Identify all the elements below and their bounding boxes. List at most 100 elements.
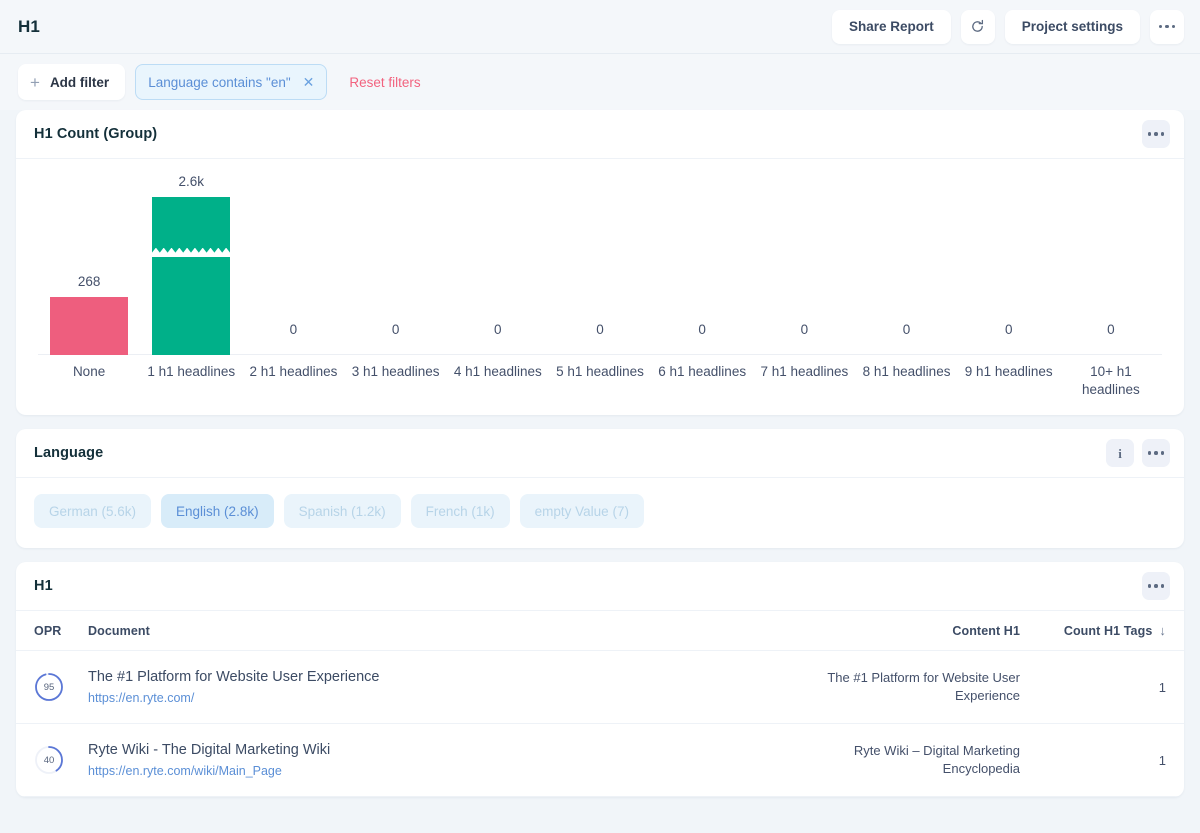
chart-column[interactable]: 0	[242, 159, 344, 355]
report-page: H1 Share Report Project settings + Add f…	[0, 0, 1200, 833]
axis-break-zigzag-icon	[152, 248, 231, 257]
chart-column[interactable]: 0	[1060, 159, 1162, 355]
column-header-content-h1[interactable]: Content H1	[824, 611, 1034, 651]
language-chip[interactable]: French (1k)	[410, 494, 510, 528]
h1-table: OPR Document Content H1 Count H1 Tags ↓ 9…	[16, 611, 1184, 797]
language-chip[interactable]: German (5.6k)	[34, 494, 152, 528]
chart-column[interactable]: 0	[855, 159, 957, 355]
language-card-header: Language i	[16, 429, 1184, 478]
column-header-document[interactable]: Document	[88, 611, 824, 651]
table-cell-content-h1: Ryte Wiki – Digital Marketing Encycloped…	[824, 723, 1034, 797]
column-header-count-label: Count H1 Tags	[1063, 624, 1153, 638]
chart-more-button[interactable]	[1142, 120, 1170, 148]
chart-x-tick-label: 4 h1 headlines	[453, 364, 542, 379]
page-title: H1	[18, 16, 40, 36]
language-card: Language i German (5.6k) English (2.8k) Sp…	[16, 429, 1184, 548]
header-more-button[interactable]	[1150, 9, 1184, 44]
chart-x-tick-label: 6 h1 headlines	[658, 364, 747, 379]
language-more-button[interactable]	[1142, 439, 1170, 467]
add-filter-label: Add filter	[49, 74, 110, 90]
chart-bar-value-label: 268	[77, 274, 101, 289]
chart-x-tick-label: 2 h1 headlines	[249, 364, 338, 379]
chart-x-tick-label: 5 h1 headlines	[556, 364, 644, 379]
table-body: 95 The #1 Platform for Website User Exper…	[16, 650, 1184, 797]
table-cell-document: Ryte Wiki - The Digital Marketing Wiki ht…	[88, 723, 824, 797]
chart-column[interactable]: 0	[447, 159, 549, 355]
header-actions: Share Report Project settings	[831, 9, 1184, 44]
chart-x-tick-label: 10+ h1 headlines	[1082, 364, 1140, 397]
table-cell-content-h1: The #1 Platform for Website User Experie…	[824, 650, 1034, 724]
chart-bar-value-label: 0	[698, 322, 706, 337]
share-report-button[interactable]: Share Report	[831, 9, 951, 44]
chart-bar[interactable]	[50, 297, 129, 355]
opr-progress-ring: 40	[34, 745, 64, 775]
table-cell-opr: 95	[16, 650, 88, 724]
opr-value: 40	[43, 754, 55, 766]
refresh-button[interactable]	[960, 9, 995, 44]
sort-descending-icon[interactable]: ↓	[1159, 623, 1166, 638]
chart-column[interactable]: 0	[345, 159, 447, 355]
language-chip[interactable]: English (2.8k)	[161, 494, 274, 528]
info-icon: i	[1118, 445, 1122, 461]
table-card-title: H1	[34, 578, 53, 594]
ellipsis-icon	[1147, 451, 1165, 455]
ellipsis-icon	[1158, 24, 1176, 29]
chart-card: H1 Count (Group) 268 2.6k 0 0 0 0 0 0 0 0 0 None 1 …	[16, 110, 1184, 415]
plus-icon: +	[30, 72, 40, 92]
chart-bar[interactable]	[152, 197, 231, 355]
chart-column[interactable]: 268	[38, 159, 140, 355]
document-url-link[interactable]: https://en.ryte.com/	[88, 690, 824, 707]
table-cell-count-h1-tags: 1	[1034, 723, 1184, 797]
table-cell-count-h1-tags: 1	[1034, 650, 1184, 724]
chart-bar-value-label: 0	[289, 322, 298, 337]
ellipsis-icon	[1147, 584, 1165, 588]
table-card-header: H1	[16, 562, 1184, 611]
project-settings-button[interactable]: Project settings	[1004, 9, 1140, 44]
add-filter-button[interactable]: + Add filter	[18, 64, 126, 100]
opr-progress-ring: 95	[34, 672, 64, 702]
chart-x-tick-label: 3 h1 headlines	[351, 364, 440, 379]
chart-column[interactable]: 0	[753, 159, 855, 355]
opr-value: 95	[43, 681, 55, 693]
chart-body: 268 2.6k 0 0 0 0 0 0 0 0 0 None 1 h1 headlines 2 h1 …	[16, 159, 1184, 415]
filter-chip-language[interactable]: Language contains "en" ✕	[135, 64, 328, 100]
table-cell-document: The #1 Platform for Website User Experie…	[88, 650, 824, 724]
chart-bar-value-label: 0	[596, 322, 604, 337]
chart-x-tick-label: 1 h1 headlines	[147, 364, 236, 379]
chart-bar-value-label: 0	[1004, 322, 1013, 337]
chart-card-title: H1 Count (Group)	[34, 126, 158, 142]
chart-bar-value-label: 0	[800, 322, 809, 337]
h1-table-card: H1 OPR Document Content H1 Count H1 Tags…	[16, 562, 1184, 797]
language-chip[interactable]: Spanish (1.2k)	[283, 494, 401, 528]
table-cell-opr: 40	[16, 723, 88, 797]
close-icon[interactable]: ✕	[303, 75, 315, 89]
chart-x-tick-label: 7 h1 headlines	[760, 364, 849, 379]
language-info-button[interactable]: i	[1106, 439, 1134, 467]
chart-card-header: H1 Count (Group)	[16, 110, 1184, 159]
chart-bar-value-label: 0	[902, 322, 911, 337]
table-row[interactable]: 40 Ryte Wiki - The Digital Marketing Wiki…	[16, 723, 1184, 797]
language-card-title: Language	[34, 445, 104, 461]
chart-column[interactable]: 0	[958, 159, 1060, 355]
language-chip[interactable]: empty Value (7)	[519, 494, 644, 528]
filter-chip-label: Language contains "en"	[148, 74, 291, 90]
chart-column[interactable]: 2.6k	[140, 159, 242, 355]
document-title[interactable]: Ryte Wiki - The Digital Marketing Wiki	[88, 740, 824, 760]
bar-chart-plot: 268 2.6k 0 0 0 0 0 0 0 0 0	[38, 159, 1162, 355]
table-more-button[interactable]	[1142, 572, 1170, 600]
column-header-count-h1-tags[interactable]: Count H1 Tags ↓	[1034, 611, 1184, 651]
document-url-link[interactable]: https://en.ryte.com/wiki/Main_Page	[88, 763, 824, 780]
language-chip-list: German (5.6k) English (2.8k) Spanish (1.2k…	[16, 478, 1184, 548]
chart-column[interactable]: 0	[549, 159, 651, 355]
document-title[interactable]: The #1 Platform for Website User Experie…	[88, 667, 824, 687]
top-header: H1 Share Report Project settings	[0, 0, 1200, 54]
chart-bar-value-label: 0	[391, 322, 400, 337]
table-head: OPR Document Content H1 Count H1 Tags ↓	[16, 611, 1184, 651]
column-header-opr[interactable]: OPR	[16, 611, 88, 651]
chart-x-axis-labels: None 1 h1 headlines 2 h1 headlines 3 h1 hea…	[38, 355, 1162, 413]
chart-x-tick-label: 8 h1 headlines	[862, 364, 951, 379]
table-row[interactable]: 95 The #1 Platform for Website User Exper…	[16, 650, 1184, 724]
chart-column[interactable]: 0	[651, 159, 753, 355]
refresh-icon	[970, 19, 985, 34]
reset-filters-link[interactable]: Reset filters	[349, 75, 420, 90]
